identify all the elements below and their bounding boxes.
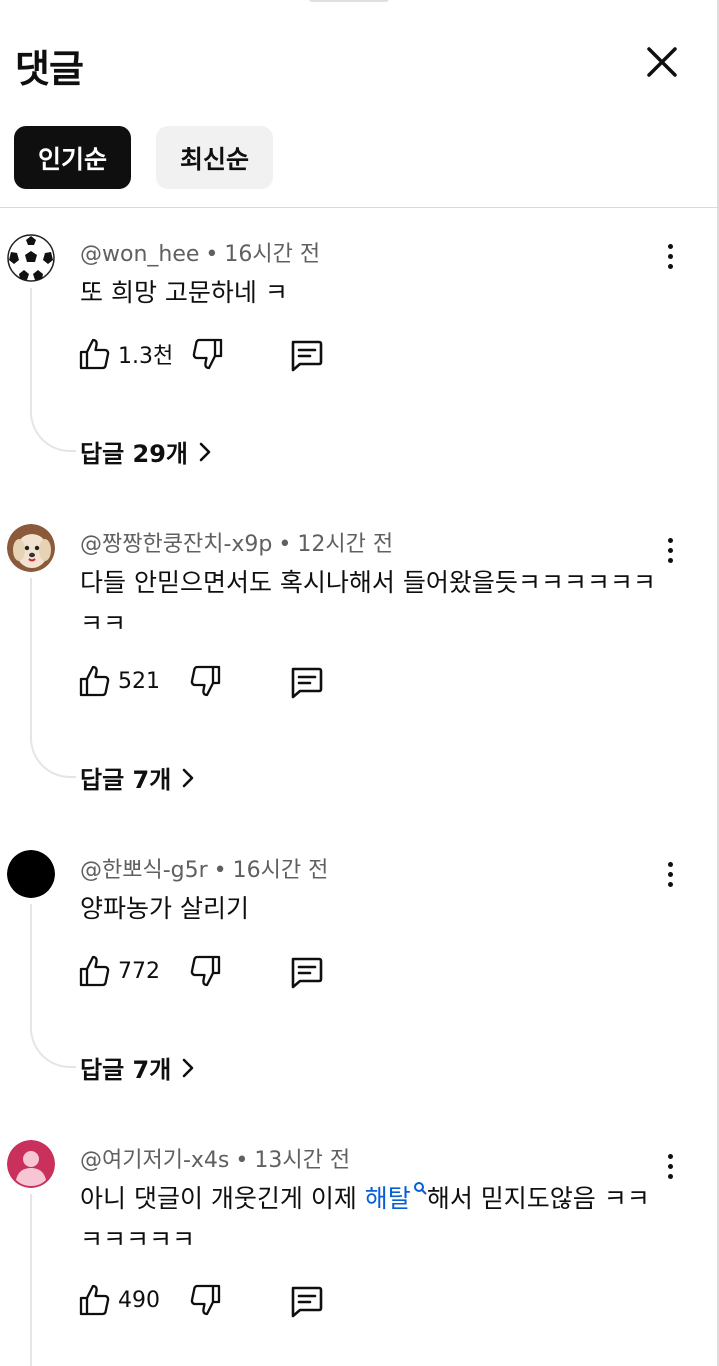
thumbs-down-icon [192,338,223,370]
view-replies-button[interactable]: 답글 29개 [80,434,212,469]
comment-item: @짱짱한쿵잔치-x9p • 12시간 전 다들 안믿으면서도 혹시나해서 들어왔을듯… [0,524,719,804]
thread-line [30,904,76,1068]
comment-item: @여기저기-x4s • 13시간 전 아니 댓글이 개웃긴게 이제 해탈 해서 믿지도… [0,1140,719,1366]
page-title: 댓글 [15,47,84,91]
dislike-button[interactable] [192,337,224,375]
comment-item: @won_hee • 16시간 전 또 희망 고문하네 ㅋ 1.3천 답글 29개 [0,234,719,474]
like-count: 521 [118,668,160,694]
thread-line [30,1194,76,1366]
like-button[interactable]: 1.3천 [78,337,173,371]
comment-item: @한뽀식-g5r • 16시간 전 양파농가 살리기 772 답글 7개 [0,850,719,1090]
reply-button[interactable] [288,1285,324,1323]
comments-header: 댓글 [0,0,719,120]
replies-label: 답글 7개 [80,1056,172,1084]
meta-separator: • [235,1148,249,1173]
comment-time: 13시간 전 [254,1148,351,1173]
comment-text-part: 아니 댓글이 개웃긴게 이제 [80,1184,365,1213]
comment-icon [291,957,323,989]
reply-button[interactable] [288,666,324,704]
meta-separator: • [205,242,219,267]
comment-author[interactable]: @won_hee [80,242,199,267]
dislike-button[interactable] [190,664,222,702]
comment-text: 다들 안믿으면서도 혹시나해서 들어왔을듯ㅋㅋㅋㅋㅋㅋㅋㅋ [80,568,656,638]
more-options-button[interactable] [656,856,684,892]
like-button[interactable]: 490 [78,1283,160,1317]
more-options-button[interactable] [656,532,684,568]
comment-actions: 772 [78,954,378,994]
soccer-ball-avatar-icon[interactable] [7,234,55,282]
reply-button[interactable] [288,339,324,377]
sort-chips: 인기순 최신순 [14,126,274,189]
thumbs-up-icon [79,1284,110,1316]
comment-actions: 490 [78,1283,378,1323]
thread-line [30,288,76,452]
comment-author[interactable]: @한뽀식-g5r [80,858,208,883]
more-options-button[interactable] [656,1148,684,1184]
thumbs-down-icon [190,665,221,697]
replies-label: 답글 7개 [80,766,172,794]
comment-author[interactable]: @여기저기-x4s [80,1148,229,1173]
like-count: 490 [118,1287,160,1313]
comment-meta: @한뽀식-g5r • 16시간 전 [80,852,328,884]
like-count: 1.3천 [118,344,174,369]
reply-button[interactable] [288,956,324,994]
like-count: 772 [118,958,160,984]
thumbs-up-icon [79,665,110,697]
dislike-button[interactable] [190,1283,222,1321]
divider [0,207,719,208]
comment-icon [291,340,323,372]
comment-text: 양파농가 살리기 [80,894,249,923]
dog-photo-avatar-icon[interactable] [7,524,55,572]
view-replies-button[interactable]: 답글 7개 [80,760,195,795]
comment-text: 아니 댓글이 개웃긴게 이제 해탈 해서 믿지도않음 ㅋㅋㅋㅋㅋㅋㅋ [80,1178,660,1260]
dislike-button[interactable] [190,954,222,992]
comment-actions: 521 [78,664,378,704]
thumbs-up-icon [79,338,110,370]
comment-time: 16시간 전 [224,242,321,267]
comment-icon [291,1286,323,1318]
close-icon [647,47,677,77]
chip-top[interactable]: 인기순 [14,126,132,189]
chip-newest[interactable]: 최신순 [156,126,274,189]
comment-meta: @짱짱한쿵잔치-x9p • 12시간 전 [80,526,393,558]
search-icon [413,1182,427,1195]
comment-time: 16시간 전 [232,858,329,883]
thumbs-up-icon [79,955,110,987]
comment-author[interactable]: @짱짱한쿵잔치-x9p [80,532,272,557]
like-button[interactable]: 521 [78,664,160,698]
replies-label: 답글 29개 [80,440,188,468]
comment-time: 12시간 전 [297,532,394,557]
chevron-right-icon [182,768,194,787]
thread-line [30,578,76,778]
black-circle-avatar-icon[interactable] [7,850,55,898]
default-user-avatar-icon[interactable] [7,1140,55,1188]
thumbs-down-icon [190,955,221,987]
chevron-right-icon [182,1058,194,1077]
like-button[interactable]: 772 [78,954,160,988]
more-options-button[interactable] [656,238,684,274]
chevron-right-icon [199,442,211,461]
close-button[interactable] [640,40,684,84]
meta-separator: • [278,532,292,557]
search-link-label: 해탈 [364,1184,411,1213]
thumbs-down-icon [190,1284,221,1316]
comment-meta: @여기저기-x4s • 13시간 전 [80,1142,350,1174]
comment-actions: 1.3천 [78,337,378,377]
comment-icon [291,667,323,699]
meta-separator: • [213,858,227,883]
search-link[interactable]: 해탈 [364,1182,427,1213]
view-replies-button[interactable]: 답글 7개 [80,1050,195,1085]
comment-text: 또 희망 고문하네 ㅋ [80,278,288,307]
comment-meta: @won_hee • 16시간 전 [80,236,320,268]
